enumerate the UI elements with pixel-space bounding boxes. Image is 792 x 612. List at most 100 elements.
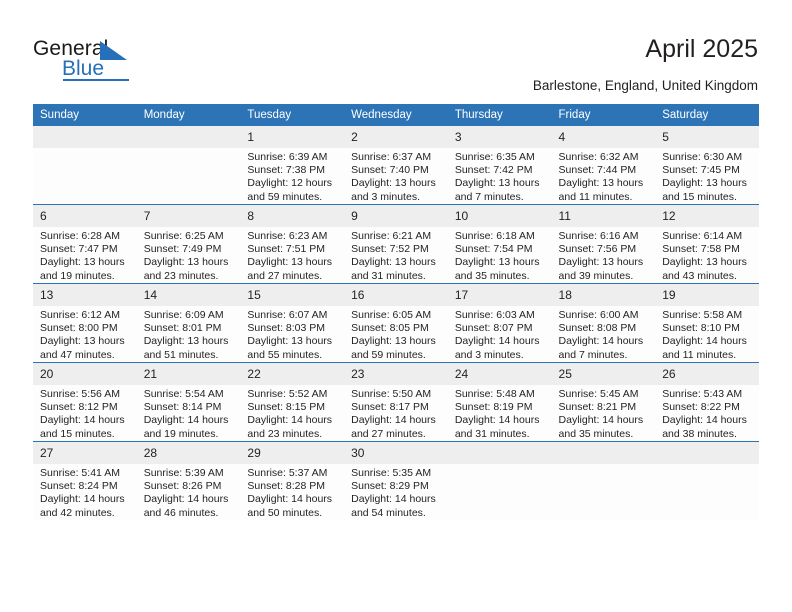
sunset-text: Sunset: 8:15 PM: [247, 401, 326, 414]
sunset-text: Sunset: 7:49 PM: [143, 243, 222, 256]
daylight-text-line1: Daylight: 13 hours: [351, 335, 436, 348]
day-details: Sunrise: 6:25 AM Sunset: 7:49 PM Daylight:…: [137, 227, 241, 283]
daylight-text-line1: Daylight: 13 hours: [351, 256, 436, 269]
calendar-day-cell[interactable]: 6 Sunrise: 6:28 AM Sunset: 7:47 PM Daylight…: [33, 204, 137, 284]
calendar-day-cell-empty: [136, 126, 241, 205]
calendar-day-cell[interactable]: 18 Sunrise: 6:00 AM Sunset: 8:08 PM Dayligh…: [551, 283, 656, 363]
sunset-text: Sunset: 8:10 PM: [662, 322, 740, 335]
day-number: 19: [655, 284, 759, 306]
day-number: 6: [33, 205, 137, 227]
sunrise-text: Sunrise: 5:41 AM: [40, 467, 120, 479]
day-details: Sunrise: 5:56 AM Sunset: 8:12 PM Daylight:…: [33, 385, 137, 441]
calendar-day-cell[interactable]: 22 Sunrise: 5:52 AM Sunset: 8:15 PM Dayligh…: [240, 362, 345, 442]
day-number: [551, 442, 656, 464]
calendar-day-cell[interactable]: 16 Sunrise: 6:05 AM Sunset: 8:05 PM Dayligh…: [344, 283, 448, 363]
sunrise-text: Sunrise: 5:39 AM: [143, 467, 224, 479]
day-details: Sunrise: 5:35 AM Sunset: 8:29 PM Daylight:…: [344, 464, 448, 520]
sunset-text: Sunset: 8:01 PM: [143, 322, 222, 335]
sunrise-text: Sunrise: 6:28 AM: [40, 230, 120, 242]
daylight-text-line2: and 47 minutes.: [40, 348, 115, 361]
day-number: [136, 126, 241, 148]
calendar-week-row: 13 Sunrise: 6:12 AM Sunset: 8:00 PM Dayligh…: [33, 283, 759, 363]
day-number: 10: [447, 205, 552, 227]
daylight-text-line2: and 11 minutes.: [662, 348, 737, 361]
calendar-week-row: 20 Sunrise: 5:56 AM Sunset: 8:12 PM Dayligh…: [33, 362, 759, 442]
calendar-day-cell[interactable]: 2 Sunrise: 6:37 AM Sunset: 7:40 PM Daylight…: [344, 126, 448, 205]
sunrise-text: Sunrise: 5:45 AM: [558, 388, 639, 400]
sunrise-text: Sunrise: 6:23 AM: [247, 230, 328, 242]
calendar-day-cell[interactable]: 4 Sunrise: 6:32 AM Sunset: 7:44 PM Daylight…: [551, 126, 656, 205]
daylight-text-line2: and 7 minutes.: [454, 190, 524, 203]
sunrise-text: Sunrise: 6:16 AM: [558, 230, 639, 242]
calendar-day-cell[interactable]: 14 Sunrise: 6:09 AM Sunset: 8:01 PM Dayligh…: [136, 283, 241, 363]
calendar-day-cell[interactable]: 11 Sunrise: 6:16 AM Sunset: 7:56 PM Dayligh…: [551, 204, 656, 284]
calendar-day-cell[interactable]: 24 Sunrise: 5:48 AM Sunset: 8:19 PM Dayligh…: [447, 362, 552, 442]
daylight-text-line1: Daylight: 14 hours: [662, 335, 747, 348]
calendar-day-cell[interactable]: 10 Sunrise: 6:18 AM Sunset: 7:54 PM Dayligh…: [447, 204, 552, 284]
calendar-day-cell[interactable]: 8 Sunrise: 6:23 AM Sunset: 7:51 PM Daylight…: [240, 204, 345, 284]
calendar-day-cell-empty: [447, 441, 552, 520]
daylight-text-line1: Daylight: 14 hours: [40, 493, 125, 506]
daylight-text-line2: and 46 minutes.: [143, 506, 219, 519]
sunset-text: Sunset: 8:07 PM: [454, 322, 533, 335]
calendar-day-cell[interactable]: 1 Sunrise: 6:39 AM Sunset: 7:38 PM Daylight…: [240, 126, 345, 205]
weekday-header-saturday: Saturday: [655, 104, 759, 126]
calendar-day-cell[interactable]: 28 Sunrise: 5:39 AM Sunset: 8:26 PM Dayligh…: [136, 441, 241, 520]
day-details: Sunrise: 5:37 AM Sunset: 8:28 PM Daylight:…: [240, 464, 344, 520]
day-number: 25: [551, 363, 656, 385]
calendar-day-cell[interactable]: 27 Sunrise: 5:41 AM Sunset: 8:24 PM Dayligh…: [33, 441, 137, 520]
day-details: Sunrise: 6:05 AM Sunset: 8:05 PM Daylight:…: [344, 306, 448, 362]
sunrise-text: Sunrise: 6:35 AM: [454, 151, 535, 163]
calendar-day-cell[interactable]: 15 Sunrise: 6:07 AM Sunset: 8:03 PM Dayligh…: [240, 283, 345, 363]
calendar-day-cell[interactable]: 19 Sunrise: 5:58 AM Sunset: 8:10 PM Dayligh…: [655, 283, 759, 363]
daylight-text-line2: and 38 minutes.: [662, 427, 737, 440]
day-details: Sunrise: 6:09 AM Sunset: 8:01 PM Daylight:…: [137, 306, 241, 362]
sunrise-text: Sunrise: 5:52 AM: [247, 388, 328, 400]
calendar-day-cell[interactable]: 3 Sunrise: 6:35 AM Sunset: 7:42 PM Daylight…: [447, 126, 552, 205]
calendar-day-cell[interactable]: 17 Sunrise: 6:03 AM Sunset: 8:07 PM Dayligh…: [447, 283, 552, 363]
daylight-text-line1: Daylight: 13 hours: [247, 256, 333, 269]
sunrise-text: Sunrise: 5:58 AM: [662, 309, 743, 321]
sunset-text: Sunset: 8:03 PM: [247, 322, 326, 335]
sunset-text: Sunset: 7:38 PM: [247, 164, 326, 177]
calendar-day-cell[interactable]: 7 Sunrise: 6:25 AM Sunset: 7:49 PM Daylight…: [136, 204, 241, 284]
day-details: Sunrise: 6:18 AM Sunset: 7:54 PM Daylight:…: [448, 227, 552, 283]
daylight-text-line2: and 31 minutes.: [351, 269, 426, 282]
calendar-day-cell[interactable]: 29 Sunrise: 5:37 AM Sunset: 8:28 PM Dayligh…: [240, 441, 345, 520]
daylight-text-line1: Daylight: 14 hours: [143, 493, 229, 506]
calendar-day-cell[interactable]: 9 Sunrise: 6:21 AM Sunset: 7:52 PM Daylight…: [344, 204, 448, 284]
calendar-day-cell[interactable]: 21 Sunrise: 5:54 AM Sunset: 8:14 PM Dayligh…: [136, 362, 241, 442]
page-title: April 2025: [645, 35, 758, 63]
calendar-day-cell[interactable]: 13 Sunrise: 6:12 AM Sunset: 8:00 PM Dayligh…: [33, 283, 137, 363]
calendar-day-cell[interactable]: 5 Sunrise: 6:30 AM Sunset: 7:45 PM Daylight…: [655, 126, 759, 205]
daylight-text-line1: Daylight: 14 hours: [247, 493, 333, 506]
sunset-text: Sunset: 8:26 PM: [143, 480, 222, 493]
day-details: Sunrise: 5:41 AM Sunset: 8:24 PM Daylight:…: [33, 464, 137, 520]
day-number: 21: [136, 363, 241, 385]
triangle-icon: [100, 41, 127, 60]
daylight-text-line2: and 15 minutes.: [40, 427, 115, 440]
sunset-text: Sunset: 8:29 PM: [351, 480, 429, 493]
daylight-text-line2: and 59 minutes.: [247, 190, 323, 203]
calendar-day-cell[interactable]: 23 Sunrise: 5:50 AM Sunset: 8:17 PM Dayligh…: [344, 362, 448, 442]
day-details: Sunrise: 6:00 AM Sunset: 8:08 PM Daylight:…: [552, 306, 656, 362]
sunset-text: Sunset: 7:52 PM: [351, 243, 429, 256]
sunrise-text: Sunrise: 6:09 AM: [143, 309, 224, 321]
day-details: Sunrise: 5:48 AM Sunset: 8:19 PM Daylight:…: [448, 385, 552, 441]
calendar-day-cell[interactable]: 20 Sunrise: 5:56 AM Sunset: 8:12 PM Dayligh…: [33, 362, 137, 442]
sunset-text: Sunset: 8:14 PM: [143, 401, 222, 414]
day-number: 4: [551, 126, 656, 148]
calendar-day-cell[interactable]: 26 Sunrise: 5:43 AM Sunset: 8:22 PM Dayligh…: [655, 362, 759, 442]
general-blue-logo[interactable]: General Blue: [33, 38, 153, 81]
sunrise-text: Sunrise: 6:05 AM: [351, 309, 432, 321]
day-details: Sunrise: 6:37 AM Sunset: 7:40 PM Daylight:…: [344, 148, 448, 204]
page-header: General Blue April 2025 Barlestone, Engl…: [0, 0, 792, 100]
calendar-day-cell[interactable]: 30 Sunrise: 5:35 AM Sunset: 8:29 PM Dayligh…: [344, 441, 448, 520]
weekday-header-thursday: Thursday: [447, 104, 552, 126]
day-details: Sunrise: 6:14 AM Sunset: 7:58 PM Daylight:…: [655, 227, 759, 283]
calendar-day-cell[interactable]: 25 Sunrise: 5:45 AM Sunset: 8:21 PM Dayligh…: [551, 362, 656, 442]
calendar-day-cell[interactable]: 12 Sunrise: 6:14 AM Sunset: 7:58 PM Dayligh…: [655, 204, 759, 284]
day-number: 27: [33, 442, 137, 464]
daylight-text-line2: and 27 minutes.: [351, 427, 426, 440]
day-number: 26: [655, 363, 759, 385]
